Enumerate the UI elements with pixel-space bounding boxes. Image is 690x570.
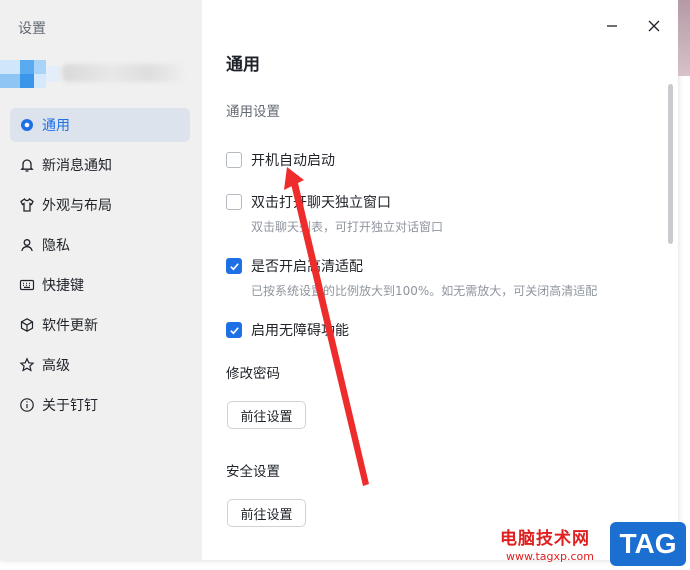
accessibility-checkbox[interactable]: [226, 322, 242, 338]
double-click-checkbox[interactable]: [226, 194, 242, 210]
option-description: 已按系统设置的比例放大到100%。如无需放大，可关闭高清适配: [251, 284, 598, 298]
sidebar-item-notifications[interactable]: 新消息通知: [10, 148, 190, 182]
security-section-heading: 安全设置: [226, 464, 280, 480]
option-label: 启用无障碍功能: [251, 323, 349, 339]
option-hidpi[interactable]: 是否开启高清适配: [226, 256, 363, 276]
scrollbar[interactable]: [668, 84, 673, 244]
sidebar-item-advanced[interactable]: 高级: [10, 348, 190, 382]
sidebar-item-label: 软件更新: [42, 318, 98, 334]
gear-icon: [18, 116, 36, 134]
security-settings-button[interactable]: 前往设置: [227, 499, 306, 527]
sidebar-item-label: 关于钉钉: [42, 398, 98, 414]
shirt-icon: [18, 196, 36, 214]
star-icon: [18, 356, 36, 374]
sidebar-item-privacy[interactable]: 隐私: [10, 228, 190, 262]
option-accessibility[interactable]: 启用无障碍功能: [226, 320, 349, 340]
sidebar-nav: 通用 新消息通知 外观与布局 隐私 快捷键 软件更新 高级 关于钉钉: [10, 108, 190, 428]
username-blurred: [62, 64, 186, 82]
watermark-text: 电脑技术网: [500, 529, 590, 549]
password-section-heading: 修改密码: [226, 366, 280, 382]
watermark-url: www.tagxp.com: [506, 550, 594, 563]
sidebar-item-label: 隐私: [42, 238, 70, 254]
option-label: 是否开启高清适配: [251, 259, 363, 275]
close-icon[interactable]: [646, 18, 662, 34]
check-icon: [229, 326, 239, 334]
sidebar-title: 设置: [18, 21, 46, 37]
sidebar-item-label: 新消息通知: [42, 158, 112, 174]
option-autostart[interactable]: 开机自动启动: [226, 150, 335, 170]
sidebar-item-appearance[interactable]: 外观与布局: [10, 188, 190, 222]
bell-icon: [18, 156, 36, 174]
sidebar-item-general[interactable]: 通用: [10, 108, 190, 142]
info-icon: [18, 396, 36, 414]
user-icon: [18, 236, 36, 254]
sidebar-item-label: 快捷键: [42, 278, 84, 294]
sidebar-item-label: 外观与布局: [42, 198, 112, 214]
cube-icon: [18, 316, 36, 334]
hidpi-checkbox[interactable]: [226, 258, 242, 274]
sidebar-item-label: 通用: [42, 118, 70, 134]
watermark-badge: TAG: [610, 522, 686, 566]
avatar: [0, 56, 60, 90]
option-description: 双击聊天列表，可打开独立对话窗口: [251, 220, 444, 234]
settings-content: 通用 通用设置 开机自动启动 双击打开聊天独立窗口 双击聊天列表，可打开独立对话…: [202, 0, 678, 560]
sidebar-item-shortcuts[interactable]: 快捷键: [10, 268, 190, 302]
check-icon: [229, 262, 239, 270]
watermark: 电脑技术网 www.tagxp.com TAG: [488, 518, 690, 570]
sidebar-item-label: 高级: [42, 358, 70, 374]
general-section-heading: 通用设置: [226, 104, 280, 120]
sidebar-item-update[interactable]: 软件更新: [10, 308, 190, 342]
option-label: 双击打开聊天独立窗口: [251, 195, 391, 211]
option-label: 开机自动启动: [251, 153, 335, 169]
settings-window: 设置 通用 新消息通知 外观与布局 隐私 快捷键 软件更新 高级 关于钉钉 通用…: [0, 0, 678, 560]
option-double-click-window[interactable]: 双击打开聊天独立窗口: [226, 192, 391, 212]
password-settings-button[interactable]: 前往设置: [227, 401, 306, 429]
background-window-edge: [678, 0, 690, 76]
autostart-checkbox[interactable]: [226, 152, 242, 168]
minimize-icon[interactable]: [604, 18, 620, 34]
user-profile[interactable]: [0, 56, 190, 90]
sidebar-item-about[interactable]: 关于钉钉: [10, 388, 190, 422]
page-title: 通用: [226, 55, 260, 75]
sidebar: 设置 通用 新消息通知 外观与布局 隐私 快捷键 软件更新 高级 关于钉钉: [0, 0, 202, 560]
keyboard-icon: [18, 276, 36, 294]
